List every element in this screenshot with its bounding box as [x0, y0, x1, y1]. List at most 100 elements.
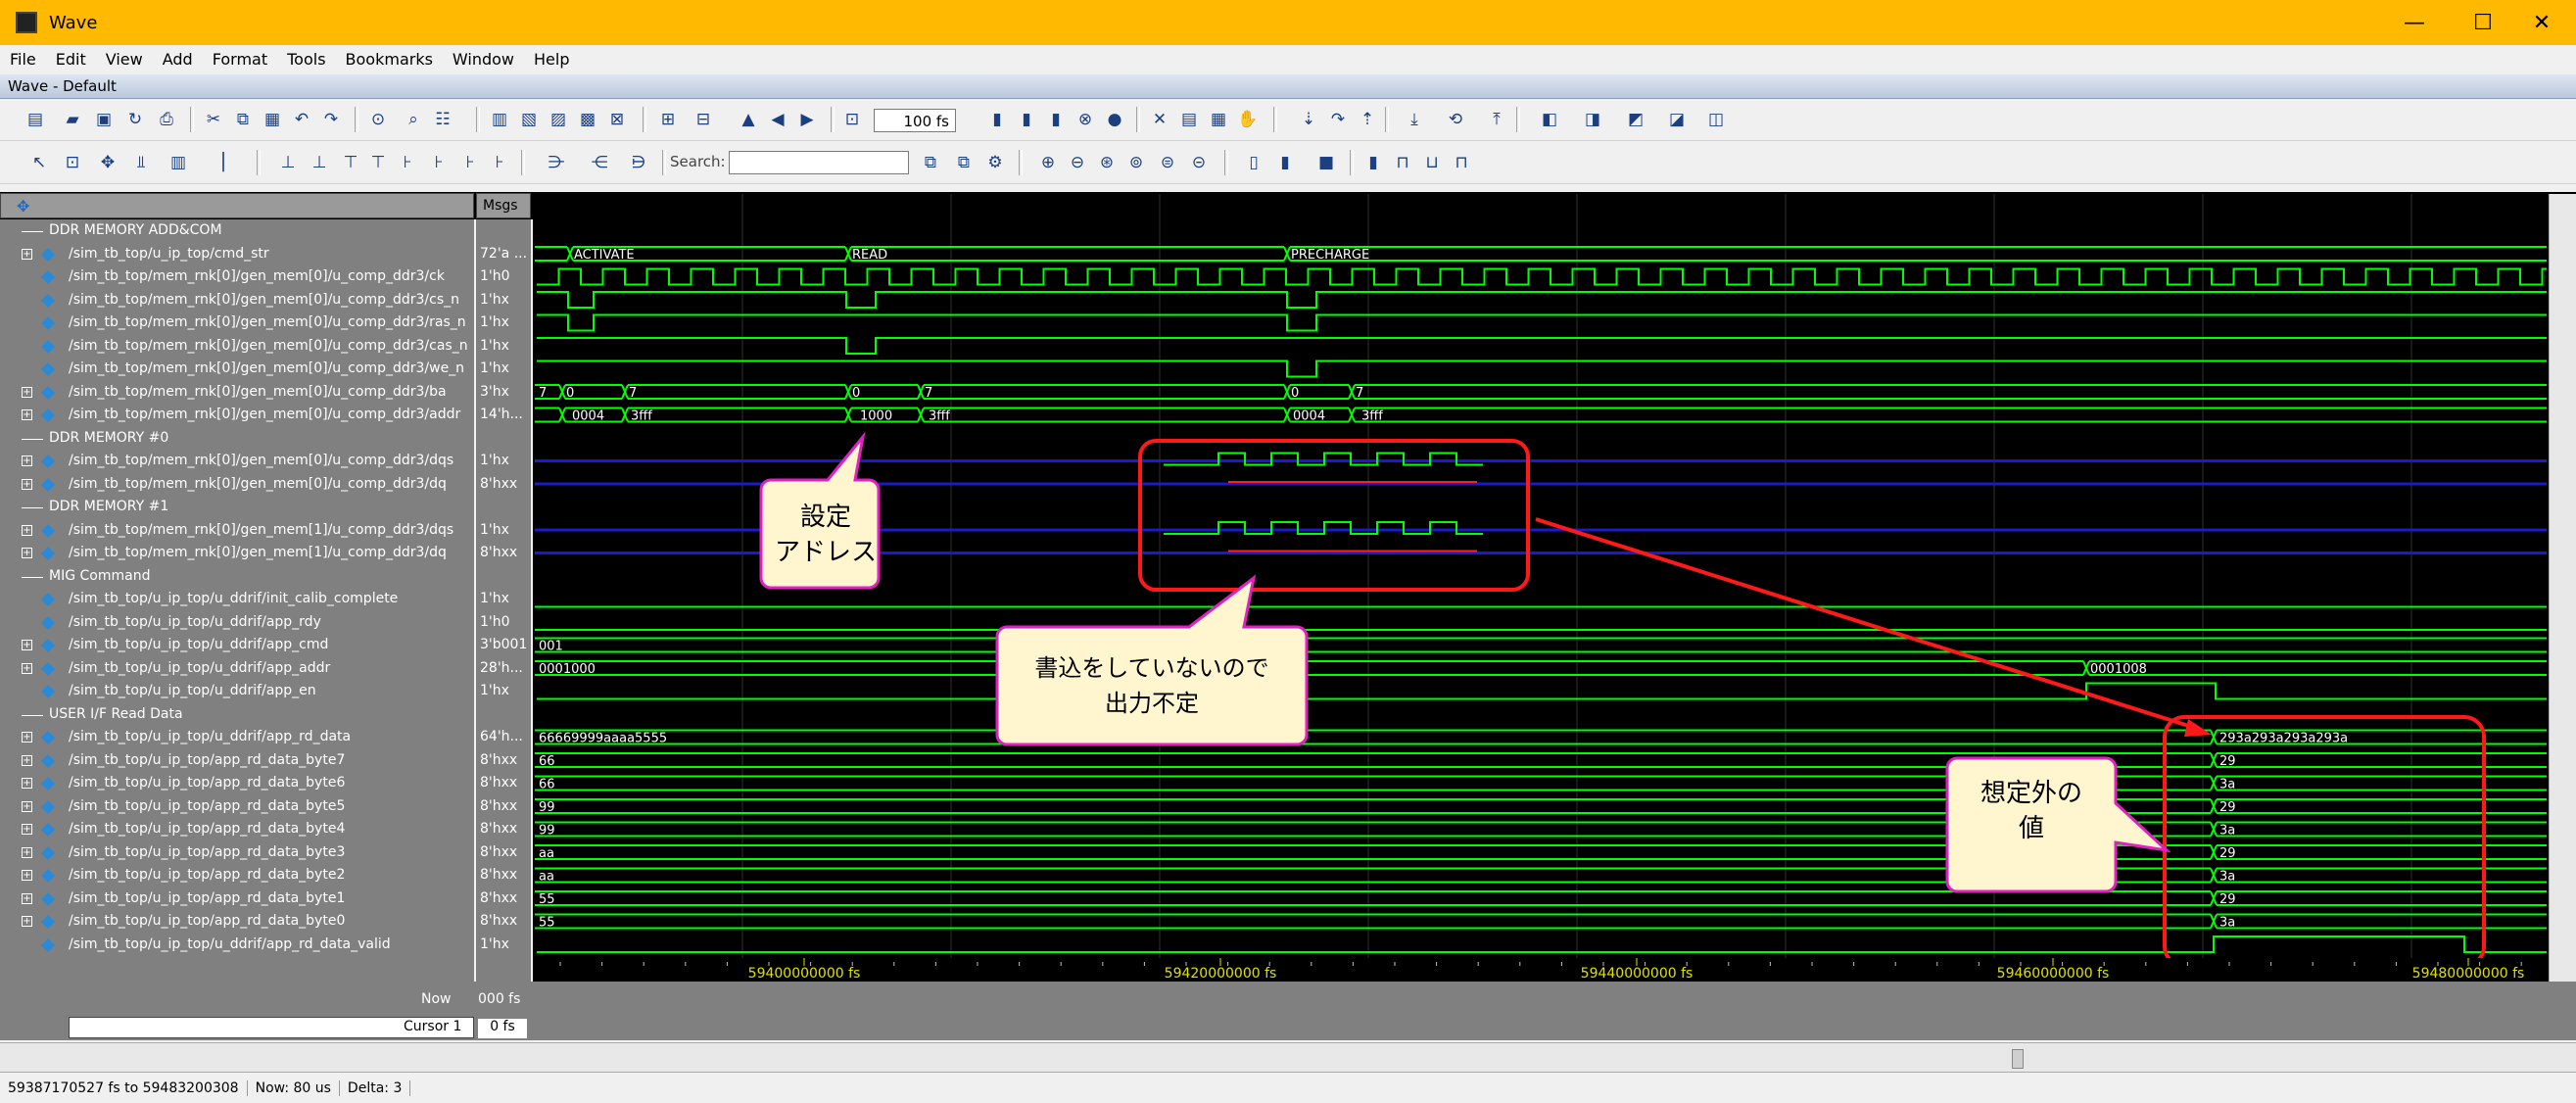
- expand-icon[interactable]: +: [22, 478, 32, 490]
- memory-icon[interactable]: ▩: [576, 108, 599, 131]
- expand-icon[interactable]: +: [22, 456, 32, 466]
- expand-icon[interactable]: +: [22, 870, 32, 881]
- menu-bookmarks[interactable]: Bookmarks: [336, 50, 443, 69]
- edge-next-icon[interactable]: ⊥: [308, 151, 331, 174]
- search-options-icon[interactable]: ⚙: [983, 151, 1007, 174]
- signal-row[interactable]: /sim_tb_top/u_ip_top/u_ddrif/init_calib_…: [0, 588, 474, 611]
- signal-group-divider[interactable]: DDR MEMORY #0: [0, 427, 474, 451]
- wave-list-icon[interactable]: ▧: [517, 108, 541, 131]
- paste-icon[interactable]: ▦: [261, 108, 284, 131]
- layout-d-icon[interactable]: ◪: [1665, 108, 1689, 131]
- menu-tools[interactable]: Tools: [277, 50, 335, 69]
- signal-group-divider[interactable]: DDR MEMORY #1: [0, 496, 474, 519]
- zoom-mode-icon[interactable]: ⊡: [61, 151, 84, 174]
- scroll-thumb[interactable]: [2012, 1049, 2024, 1069]
- layout-c-icon[interactable]: ◩: [1624, 108, 1647, 131]
- step-icon[interactable]: ⇣: [1297, 108, 1320, 131]
- signal-row[interactable]: + /sim_tb_top/u_ip_top/app_rd_data_byte1: [0, 887, 474, 911]
- zoom-in-icon[interactable]: ⊕: [1036, 151, 1060, 174]
- signal-row[interactable]: + /sim_tb_top/u_ip_top/u_ddrif/app_cmd: [0, 634, 474, 657]
- close-button[interactable]: ✕: [2507, 0, 2576, 45]
- expand-icon[interactable]: +: [22, 409, 32, 420]
- zoom-full-icon[interactable]: ⊛: [1095, 151, 1119, 174]
- cut-icon[interactable]: ✂: [202, 108, 225, 131]
- compile-icon[interactable]: ⊙: [366, 108, 390, 131]
- hand-icon[interactable]: ✋: [1236, 108, 1260, 131]
- menu-window[interactable]: Window: [443, 50, 524, 69]
- marker-a-icon[interactable]: ▯: [1242, 151, 1265, 174]
- expand-icon[interactable]: +: [22, 754, 32, 766]
- edge-find2-icon[interactable]: ⊦: [427, 151, 451, 174]
- signal-row[interactable]: /sim_tb_top/u_ip_top/u_ddrif/app_rd_data…: [0, 934, 474, 957]
- break-run-icon[interactable]: ⊗: [1073, 108, 1097, 131]
- menu-add[interactable]: Add: [153, 50, 203, 69]
- horizontal-scrollbar[interactable]: [0, 1042, 2576, 1073]
- layout-e-icon[interactable]: ◫: [1704, 108, 1728, 131]
- step-into-icon[interactable]: ⊞: [656, 108, 680, 131]
- run-length-icon[interactable]: ⊡: [840, 108, 864, 131]
- zoom-range-icon[interactable]: ⊜: [1156, 151, 1179, 174]
- search-next-icon[interactable]: ⧉: [919, 151, 942, 174]
- step-down-icon[interactable]: ⤓: [1403, 108, 1426, 131]
- expand-icon[interactable]: +: [22, 548, 32, 558]
- signal-row[interactable]: /sim_tb_top/u_ip_top/u_ddrif/app_en: [0, 680, 474, 703]
- expand-icon[interactable]: +: [22, 248, 32, 260]
- edge-rising-icon[interactable]: ⊤: [366, 151, 390, 174]
- menu-edit[interactable]: Edit: [46, 50, 96, 69]
- new-icon[interactable]: ▤: [24, 108, 47, 131]
- arrow-up-icon[interactable]: ▲: [737, 108, 760, 131]
- signal-row[interactable]: + /sim_tb_top/u_ip_top/app_rd_data_byte2: [0, 864, 474, 887]
- signal-row[interactable]: /sim_tb_top/mem_rnk[0]/gen_mem[0]/u_comp…: [0, 358, 474, 381]
- marker-c-icon[interactable]: ■: [1314, 151, 1338, 174]
- signal-row[interactable]: /sim_tb_top/mem_rnk[0]/gen_mem[0]/u_comp…: [0, 335, 474, 359]
- edge-falling-icon[interactable]: ⊤: [339, 151, 362, 174]
- menu-view[interactable]: View: [96, 50, 153, 69]
- reload-icon[interactable]: ↻: [123, 108, 147, 131]
- waveform-canvas[interactable]: ACTIVATE READ PRECHARGE 7 0 7 0 7 0 7 0004 3fff 1000…: [533, 194, 2549, 982]
- layout-b-icon[interactable]: ◨: [1581, 108, 1604, 131]
- format-icon[interactable]: ☷: [431, 108, 454, 131]
- signal-row[interactable]: + /sim_tb_top/mem_rnk[0]/gen_mem[1]/u_com…: [0, 519, 474, 543]
- expand-icon[interactable]: +: [22, 892, 32, 904]
- signal-row[interactable]: + /sim_tb_top/mem_rnk[0]/gen_mem[1]/u_com…: [0, 542, 474, 565]
- wave-style-b-icon[interactable]: ⊓: [1391, 151, 1414, 174]
- zoom-last-icon[interactable]: ⊝: [1187, 151, 1211, 174]
- search-prev-icon[interactable]: ⧉: [952, 151, 976, 174]
- layout-a-icon[interactable]: ◧: [1538, 108, 1561, 131]
- signal-row[interactable]: + /sim_tb_top/u_ip_top/app_rd_data_byte7: [0, 749, 474, 773]
- signal-row[interactable]: + /sim_tb_top/mem_rnk[0]/gen_mem[0]/u_com…: [0, 450, 474, 473]
- find-icon[interactable]: ⌕: [402, 108, 425, 131]
- signal-row[interactable]: + /sim_tb_top/u_ip_top/app_rd_data_byte4: [0, 818, 474, 841]
- signal-row[interactable]: + /sim_tb_top/u_ip_top/cmd_str: [0, 243, 474, 266]
- expand-icon[interactable]: +: [22, 524, 32, 536]
- edge-find3-icon[interactable]: ⊦: [458, 151, 482, 174]
- expand-icon[interactable]: +: [22, 916, 32, 927]
- profile-icon[interactable]: ▤: [1177, 108, 1201, 131]
- edit-wave-icon[interactable]: ⫫: [129, 151, 153, 174]
- signal-row[interactable]: + /sim_tb_top/u_ip_top/app_rd_data_byte0: [0, 910, 474, 934]
- step-out-icon[interactable]: ⇡: [1356, 108, 1379, 131]
- signal-row[interactable]: /sim_tb_top/mem_rnk[0]/gen_mem[0]/u_comp…: [0, 265, 474, 289]
- signal-name-header[interactable]: ✥: [0, 193, 474, 218]
- signal-row[interactable]: + /sim_tb_top/mem_rnk[0]/gen_mem[0]/u_com…: [0, 381, 474, 405]
- signal-row[interactable]: + /sim_tb_top/mem_rnk[0]/gen_mem[0]/u_com…: [0, 404, 474, 427]
- edge-find4-icon[interactable]: ⊦: [488, 151, 511, 174]
- break-icon[interactable]: ⊠: [605, 108, 629, 131]
- chart-icon[interactable]: ▦: [1207, 108, 1230, 131]
- wave-style-c-icon[interactable]: ⊔: [1420, 151, 1444, 174]
- arrow-left-icon[interactable]: ◀: [766, 108, 789, 131]
- edge-prev-icon[interactable]: ⊥: [276, 151, 300, 174]
- run-icon[interactable]: ▮: [985, 108, 1009, 131]
- bus-jump-icon[interactable]: ⋻: [627, 151, 650, 174]
- signal-row[interactable]: + /sim_tb_top/u_ip_top/app_rd_data_byte5: [0, 795, 474, 819]
- search-input[interactable]: [729, 151, 909, 174]
- menu-help[interactable]: Help: [524, 50, 579, 69]
- expand-icon[interactable]: +: [22, 846, 32, 858]
- select-pointer-icon[interactable]: ↖: [27, 151, 51, 174]
- signal-row[interactable]: + /sim_tb_top/u_ip_top/u_ddrif/app_rd_dat…: [0, 726, 474, 749]
- signal-group-divider[interactable]: DDR MEMORY ADD&COM: [0, 219, 474, 243]
- expand-icon[interactable]: +: [22, 640, 32, 650]
- bus-expand-icon[interactable]: ⋺: [545, 151, 568, 174]
- stop-icon[interactable]: ●: [1103, 108, 1126, 131]
- step-over-arc-icon[interactable]: ↷: [1326, 108, 1350, 131]
